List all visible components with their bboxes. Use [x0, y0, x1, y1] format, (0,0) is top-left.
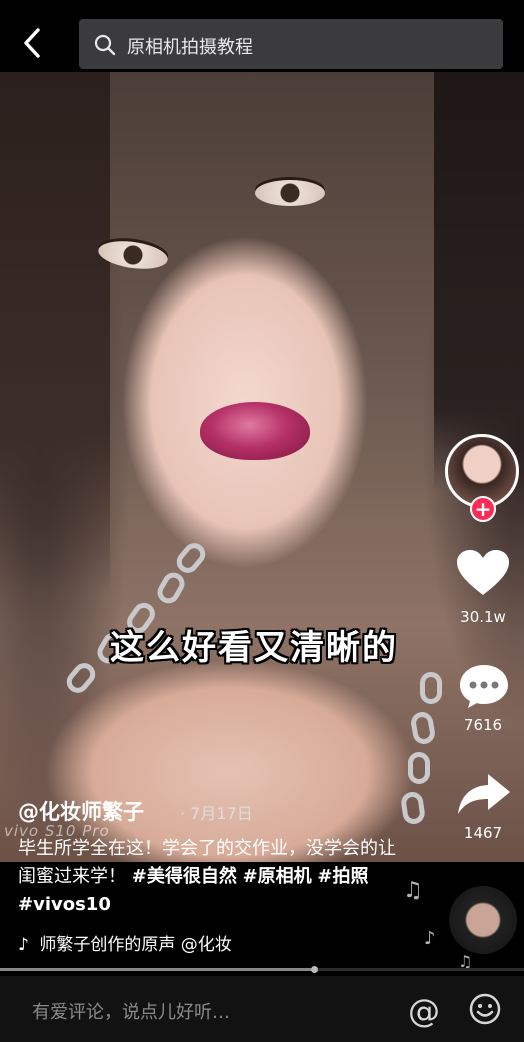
post-date: · 7月17日	[180, 804, 253, 823]
at-icon[interactable]: @	[408, 992, 440, 1030]
progress-knob[interactable]	[311, 966, 319, 973]
music-info[interactable]: ♪ 师繁子创作的原声 @化妆	[18, 930, 232, 955]
hair-left	[0, 72, 110, 592]
top-bar: 原相机拍摄教程	[0, 0, 524, 72]
necklace-link	[172, 538, 210, 578]
emoji-icon[interactable]	[469, 993, 501, 1025]
video-progress-bar[interactable]	[0, 966, 524, 973]
share-count: 1467	[463, 824, 503, 842]
necklace-link	[409, 710, 437, 746]
eye-right	[255, 180, 325, 206]
search-query: 原相机拍摄教程	[127, 37, 253, 58]
follow-plus-label: +	[474, 497, 492, 521]
lips	[200, 402, 310, 460]
comment-count: 7616	[463, 716, 503, 734]
follow-button[interactable]: +	[470, 496, 496, 522]
necklace-link	[420, 672, 442, 704]
hashtag[interactable]: #vivos10	[18, 894, 111, 915]
back-button[interactable]	[18, 26, 48, 60]
comment-icon[interactable]	[457, 662, 511, 710]
music-note-icon: ♫	[403, 878, 423, 903]
like-count: 30.1w	[460, 608, 506, 626]
hair-right	[434, 72, 524, 492]
heart-icon[interactable]	[455, 548, 511, 598]
music-disc-icon[interactable]	[449, 886, 517, 954]
tiktok-note-icon: ♪	[18, 935, 29, 955]
necklace-link	[62, 658, 100, 698]
necklace-link	[399, 790, 427, 826]
music-note-icon: ♪	[424, 928, 436, 949]
progress-fill	[0, 968, 315, 971]
necklace-link	[408, 752, 430, 784]
hashtag[interactable]: #拍照	[317, 866, 368, 887]
hashtag[interactable]: #美得很自然	[132, 866, 237, 887]
comment-input[interactable]: 有爱评论，说点儿好听…	[32, 998, 230, 1024]
back-icon	[24, 28, 40, 58]
search-box[interactable]: 原相机拍摄教程	[79, 19, 503, 69]
share-icon[interactable]	[456, 770, 512, 818]
necklace-link	[153, 568, 189, 608]
search-icon	[94, 34, 116, 56]
hashtag[interactable]: #原相机	[243, 866, 312, 887]
comment-bar: 有爱评论，说点儿好听… @	[0, 976, 524, 1042]
author-name[interactable]: @化妆师繁子	[18, 796, 144, 826]
music-title: 师繁子创作的原声 @化妆	[39, 935, 232, 955]
post-description: 毕生所学全在这！学会了的交作业，没学会的让闺蜜过来学！ #美得很自然 #原相机 …	[18, 835, 398, 919]
video-caption: 这么好看又清晰的	[110, 628, 398, 668]
